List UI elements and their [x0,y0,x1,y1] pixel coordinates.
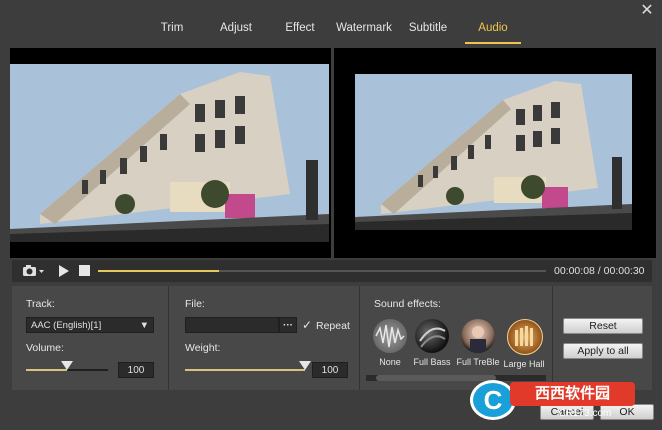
volume-slider-knob[interactable] [61,361,73,370]
effect-large-hall[interactable]: Large Hall [502,319,546,369]
effect-full-bass-icon [415,319,449,353]
file-panel: File: ··· ✓ Repeat Weight: 100 [169,286,360,390]
tab-subtitle[interactable]: Subtitle [404,22,452,42]
effect-large-hall-label: Large Hall [503,359,545,369]
weight-label: Weight: [185,342,221,354]
playback-bar: 00:00:08 / 00:00:30 [12,260,652,282]
tab-adjust[interactable]: Adjust [213,22,259,42]
track-select[interactable]: AAC (English)[1] ▼ [26,317,154,333]
sound-effects-panel: Sound effects: None Full Bass Full TreBl… [360,286,553,390]
current-time: 00:00:08 [554,265,595,277]
file-label: File: [185,298,205,310]
effect-full-treble-label: Full TreBle [456,357,500,367]
weight-slider[interactable] [185,369,305,371]
tab-bar: Trim Adjust Effect Watermark Subtitle Au… [0,0,662,46]
progress-track[interactable] [98,270,546,272]
volume-label: Volume: [26,342,64,354]
progress-fill [98,270,219,272]
apply-to-all-button[interactable]: Apply to all [563,343,643,359]
weight-slider-fill [185,369,305,371]
tab-audio[interactable]: Audio [465,22,521,42]
effect-full-bass-label: Full Bass [413,357,451,367]
play-icon[interactable] [58,264,70,278]
effect-large-hall-icon [507,319,543,355]
tab-watermark[interactable]: Watermark [334,22,394,42]
volume-value-field[interactable]: 100 [118,362,154,378]
repeat-label: Repeat [316,320,350,332]
repeat-checkbox[interactable]: ✓ [302,318,314,332]
site-watermark-logo: C 西西软件园 CR173.com [470,378,640,426]
effect-none-label: None [379,357,401,367]
weight-value-field[interactable]: 100 [312,362,348,378]
effect-none-icon [373,319,407,353]
actions-panel: Reset Apply to all [553,286,652,390]
watermark-url: CR173.com [558,408,612,419]
output-video-frame [355,74,632,230]
close-icon[interactable]: ✕ [638,2,656,20]
track-panel: Track: AAC (English)[1] ▼ Volume: 100 [12,286,169,390]
effect-full-treble-icon [461,319,495,353]
track-select-value: AAC (English)[1] [31,320,102,331]
sound-effects-label: Sound effects: [374,298,441,310]
active-tab-indicator [465,42,521,44]
file-path-field[interactable] [185,317,279,333]
snapshot-camera-icon[interactable] [22,263,46,279]
effect-none[interactable]: None [370,319,410,367]
browse-file-button[interactable]: ··· [279,317,297,333]
time-separator: / [597,265,601,277]
track-label: Track: [26,298,55,310]
total-time: 00:00:30 [603,265,645,277]
watermark-text: 西西软件园 [510,382,635,406]
weight-slider-knob[interactable] [299,361,311,370]
stop-icon[interactable] [79,265,90,276]
reset-button[interactable]: Reset [563,318,643,334]
output-preview [334,48,656,258]
original-preview [10,48,331,258]
original-video-frame [10,64,329,242]
time-display: 00:00:08 / 00:00:30 [554,265,650,277]
tab-trim[interactable]: Trim [152,22,192,42]
tab-effect[interactable]: Effect [279,22,321,42]
chevron-down-icon: ▼ [139,320,149,331]
effect-full-bass[interactable]: Full Bass [412,319,452,367]
effect-full-treble[interactable]: Full TreBle [456,319,500,367]
